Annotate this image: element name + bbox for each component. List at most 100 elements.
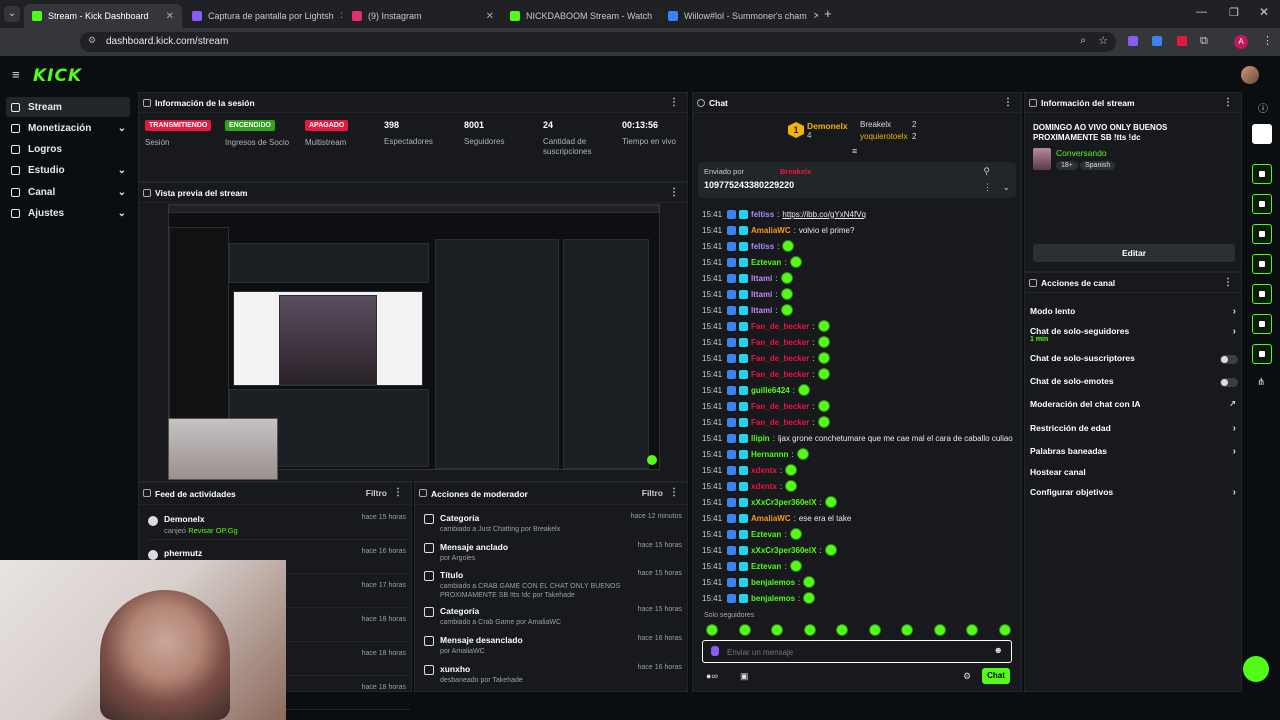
- chat-username[interactable]: xXxCr3per360elX: [751, 546, 816, 555]
- minimize-button[interactable]: —: [1196, 6, 1207, 18]
- toggle-switch[interactable]: [1220, 355, 1238, 364]
- quick-emote-icon[interactable]: [901, 624, 913, 636]
- channel-action-item[interactable]: Chat de solo-emotes: [1030, 376, 1240, 390]
- rail-tool-icon[interactable]: [1252, 164, 1272, 184]
- chat-username[interactable]: guille6424: [751, 386, 790, 395]
- close-tab-icon[interactable]: ✕: [486, 11, 494, 22]
- feed-detail-link[interactable]: Revisar OP.Gg: [188, 526, 237, 535]
- more-options-icon[interactable]: ⋮: [393, 487, 403, 498]
- mod-action-item[interactable]: Título cambiado a CRAB GAME CON EL CHAT O…: [420, 570, 686, 599]
- chat-message[interactable]: 15:41 Eztevan:: [702, 559, 802, 573]
- external-link-icon[interactable]: ↗: [1229, 399, 1236, 408]
- pinned-message[interactable]: Enviado por Breakelx 109775243380229220 …: [698, 162, 1016, 198]
- chevron-right-icon[interactable]: ›: [1233, 487, 1236, 498]
- hamburger-menu-icon[interactable]: ≡: [12, 67, 20, 82]
- browser-tab[interactable]: (9) Instagram ✕: [344, 4, 502, 28]
- chat-username[interactable]: Hernannn: [751, 450, 788, 459]
- chat-username[interactable]: xXxCr3per360elX: [751, 498, 816, 507]
- channel-action-item[interactable]: Moderación del chat con IA ↗: [1030, 399, 1240, 413]
- lightning-icon[interactable]: [1252, 194, 1272, 214]
- close-tab-icon[interactable]: ✕: [166, 11, 174, 22]
- more-options-icon[interactable]: ⋮: [669, 187, 679, 198]
- quick-emote-icon[interactable]: [706, 624, 718, 636]
- filter-button[interactable]: Filtro: [642, 488, 663, 498]
- chat-message[interactable]: 15:41 AmaliaWC: volvio el prime?: [702, 223, 854, 237]
- info-icon[interactable]: ⓘ: [1258, 100, 1268, 115]
- chat-message[interactable]: 15:41 Fan_de_becker:: [702, 399, 830, 413]
- sidebar-item[interactable]: Canal ⌄: [6, 182, 130, 202]
- chat-message[interactable]: 15:41 Fan_de_becker:: [702, 415, 830, 429]
- maximize-button[interactable]: ❐: [1229, 6, 1239, 19]
- filter-button[interactable]: Filtro: [366, 488, 387, 498]
- chat-message[interactable]: 15:41 Fan_de_becker:: [702, 319, 830, 333]
- chat-message[interactable]: 15:41 Fan_de_becker:: [702, 367, 830, 381]
- url-bar[interactable]: ⚙ dashboard.kick.com/stream ⌕ ☆: [80, 32, 1116, 52]
- feed-user[interactable]: Demonelx: [164, 514, 205, 524]
- chat-message[interactable]: 15:41 xdxntx:: [702, 463, 798, 477]
- edit-stream-button[interactable]: Editar: [1033, 244, 1235, 262]
- points-icon[interactable]: ●∞: [706, 671, 718, 681]
- send-chat-button[interactable]: Chat: [982, 668, 1010, 684]
- chat-message[interactable]: 15:41 feltiss:: [702, 239, 795, 253]
- more-options-icon[interactable]: ⋮: [669, 487, 679, 498]
- tag-pill[interactable]: Spanish: [1080, 161, 1116, 170]
- kebab-icon[interactable]: ⋮: [983, 182, 992, 193]
- chat-bubble-icon[interactable]: [1252, 254, 1272, 274]
- sidebar-item[interactable]: Ajustes ⌄: [6, 204, 130, 224]
- mod-action-item[interactable]: xunxho desbaneado por Takehade hace 16 hor…: [420, 664, 686, 690]
- chat-message[interactable]: 15:41 Fan_de_becker:: [702, 351, 830, 365]
- quick-emote-icon[interactable]: [933, 624, 946, 636]
- chat-message[interactable]: 15:41 xdxntx:: [702, 479, 798, 493]
- chat-username[interactable]: Fan_de_becker: [751, 402, 809, 411]
- document-icon[interactable]: [1252, 224, 1272, 244]
- collapse-icon[interactable]: ≡: [852, 146, 857, 156]
- chat-username[interactable]: xdxntx: [751, 466, 777, 475]
- chevron-down-icon[interactable]: ⌄: [118, 123, 126, 134]
- close-tab-icon[interactable]: ✕: [340, 11, 342, 22]
- chat-username[interactable]: benjalemos: [751, 594, 795, 603]
- chevron-right-icon[interactable]: ›: [1233, 326, 1236, 337]
- browser-tab[interactable]: NICKDABOOM Stream - Watch✕: [502, 4, 660, 28]
- gift-icon[interactable]: ▣: [740, 671, 749, 682]
- chat-username[interactable]: Ittami: [751, 274, 772, 283]
- quick-emote-icon[interactable]: [771, 624, 783, 636]
- sidebar-item[interactable]: Stream: [6, 97, 130, 117]
- mod-action-item[interactable]: Mensaje desanclado por AmaliaWC hace 16 ho…: [420, 635, 686, 661]
- chat-message[interactable]: 15:41 llipin: ljax grone conchetumare que …: [702, 431, 1013, 445]
- chat-message[interactable]: 15:41 guille6424:: [702, 383, 810, 397]
- chevron-down-icon[interactable]: ⌄: [118, 187, 126, 198]
- top-gifter-name[interactable]: Breakelx: [860, 120, 891, 129]
- emoji-icon[interactable]: ☻: [994, 645, 1003, 655]
- quick-emote-icon[interactable]: [738, 624, 751, 636]
- chat-message[interactable]: 15:41 Ittami:: [702, 303, 793, 317]
- more-options-icon[interactable]: ⋮: [1223, 97, 1233, 108]
- kick-logo[interactable]: KICK: [33, 66, 82, 86]
- mod-action-item[interactable]: Mensaje anclado por Argoles hace 15 horas: [420, 542, 686, 568]
- channel-action-item[interactable]: Configurar objetivos ›: [1030, 487, 1240, 501]
- tab-search-button[interactable]: ⌄: [4, 6, 20, 22]
- quick-emote-icon[interactable]: [803, 624, 816, 636]
- feed-item[interactable]: Demonelx canjeó Revisar OP.Gg hace 15 hora…: [148, 510, 410, 540]
- chat-settings-gear-icon[interactable]: ⚙: [963, 671, 971, 682]
- sidebar-item[interactable]: Estudio ⌄: [6, 161, 130, 181]
- channel-action-item[interactable]: Chat de solo-seguidores 1 min ›: [1030, 326, 1240, 343]
- chat-username[interactable]: AmaliaWC: [751, 514, 791, 523]
- more-options-icon[interactable]: ⋮: [1003, 97, 1013, 108]
- chat-username[interactable]: Ittami: [751, 290, 772, 299]
- extensions-puzzle-icon[interactable]: ⧉: [1200, 35, 1208, 48]
- channel-action-item[interactable]: Modo lento ›: [1030, 306, 1240, 320]
- chat-message[interactable]: 15:41 Ittami:: [702, 287, 793, 301]
- chat-message[interactable]: 15:41 Eztevan:: [702, 255, 802, 269]
- chat-message[interactable]: 15:41 benjalemos:: [702, 591, 816, 605]
- channel-action-item[interactable]: Chat de solo-suscriptores: [1030, 353, 1240, 367]
- site-info-icon[interactable]: ⚙: [88, 35, 96, 46]
- chat-username[interactable]: Eztevan: [751, 258, 781, 267]
- chevron-right-icon[interactable]: ›: [1233, 446, 1236, 457]
- chevron-down-icon[interactable]: ⌄: [118, 165, 126, 176]
- chat-username[interactable]: Fan_de_becker: [751, 354, 809, 363]
- quick-emote-icon[interactable]: [998, 624, 1011, 636]
- mod-action-item[interactable]: Categoría cambiado a Just Chatting por Br…: [420, 513, 686, 539]
- broadcast-icon[interactable]: [1252, 284, 1272, 304]
- chevron-right-icon[interactable]: ›: [1233, 306, 1236, 317]
- chat-username[interactable]: Fan_de_becker: [751, 338, 809, 347]
